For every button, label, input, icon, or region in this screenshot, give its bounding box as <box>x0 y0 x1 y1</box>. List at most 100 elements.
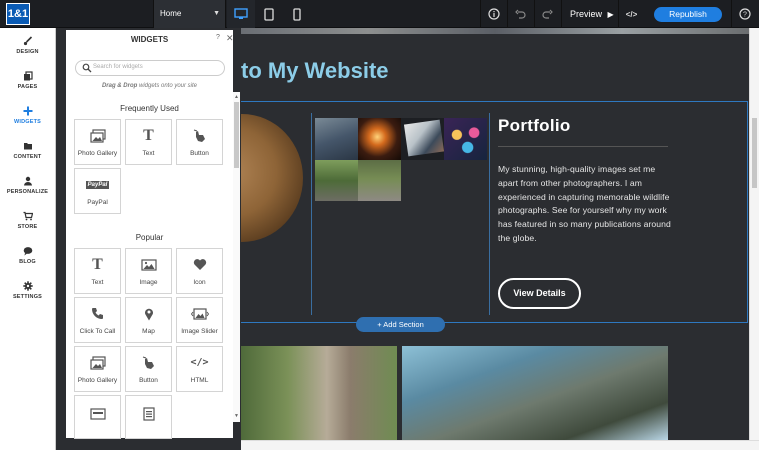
undo-icon <box>515 9 526 19</box>
rail-item-design[interactable]: DESIGN <box>0 28 55 63</box>
rail-item-widgets[interactable]: WIDGETS <box>0 98 55 133</box>
play-icon: ▶ <box>607 10 614 19</box>
image-slider-icon <box>190 307 209 320</box>
mobile-icon <box>293 7 301 21</box>
widget-label: Button <box>190 149 209 157</box>
widget-button[interactable]: Button <box>176 119 223 165</box>
brand-logo[interactable]: 1&1 <box>6 3 30 25</box>
desktop-view-button[interactable] <box>227 0 255 28</box>
view-details-button[interactable]: View Details <box>498 278 581 309</box>
widget-text[interactable]: T Text <box>125 119 172 165</box>
paypal-icon: PayPal <box>85 180 110 189</box>
widget-label: Text <box>91 278 104 286</box>
search-icon <box>82 63 92 73</box>
info-icon <box>487 8 500 20</box>
rail-item-content[interactable]: CONTENT <box>0 133 55 168</box>
text-icon: T <box>143 126 154 144</box>
phone-icon <box>92 308 103 319</box>
widget-label: Button <box>139 376 158 384</box>
canvas-vertical-scrollbar[interactable] <box>749 28 759 440</box>
text-icon: T <box>92 255 103 273</box>
popular-heading: Popular <box>135 233 164 242</box>
widget-label: Image <box>139 278 158 286</box>
widget-map[interactable]: Map <box>125 297 172 343</box>
rail-item-settings[interactable]: SETTINGS <box>0 273 55 308</box>
undo-button[interactable] <box>507 0 533 28</box>
widget-button[interactable]: Button <box>125 346 172 392</box>
widget-label: Image Slider <box>181 327 218 335</box>
rail-label: SETTINGS <box>12 294 43 300</box>
rail-item-personalize[interactable]: PERSONALIZE <box>0 168 55 203</box>
site-title[interactable]: to My Website <box>241 58 389 84</box>
rail-label: STORE <box>17 224 38 230</box>
widget-icon[interactable]: Icon <box>176 248 223 294</box>
widget-search-input[interactable]: Search for widgets <box>75 60 225 76</box>
button-icon <box>193 129 205 142</box>
portfolio-description[interactable]: My stunning, high-quality images set me … <box>498 163 676 246</box>
scroll-up-icon[interactable]: ▲ <box>233 94 240 100</box>
widget-label: HTML <box>190 376 209 384</box>
widget-label: Photo Gallery <box>77 149 118 157</box>
brush-icon <box>23 36 32 46</box>
panel-scrollbar-thumb[interactable] <box>234 102 239 168</box>
city-street-photo[interactable] <box>241 346 397 440</box>
document-icon <box>142 407 155 421</box>
button-icon <box>142 356 154 369</box>
republish-button[interactable]: Republish <box>654 7 722 22</box>
widget-image[interactable]: Image <box>125 248 172 294</box>
widget-document[interactable] <box>125 395 172 439</box>
code-view-button[interactable]: </> <box>618 0 644 28</box>
close-icon[interactable]: ✕ <box>226 33 234 44</box>
tablet-icon <box>264 7 274 21</box>
portfolio-heading[interactable]: Portfolio <box>498 116 571 136</box>
preview-button[interactable]: Preview ▶ <box>561 0 617 28</box>
rail-item-pages[interactable]: PAGES <box>0 63 55 98</box>
drag-drop-hint: Drag & Drop widgets onto your site <box>66 83 233 89</box>
search-placeholder: Search for widgets <box>93 64 143 70</box>
redo-button[interactable] <box>534 0 560 28</box>
canvas-horizontal-scrollbar[interactable] <box>241 440 759 450</box>
widget-form[interactable] <box>74 395 121 439</box>
add-section-button[interactable]: + Add Section <box>356 317 445 332</box>
rail-label: BLOG <box>19 259 36 265</box>
tablet-view-button[interactable] <box>255 0 283 28</box>
widget-photo-gallery[interactable]: Photo Gallery <box>74 346 121 392</box>
rail-label: CONTENT <box>13 154 42 160</box>
widgets-panel: WIDGETS ? ✕ Search for widgets Drag & Dr… <box>66 30 234 439</box>
widget-click-to-call[interactable]: Click To Call <box>74 297 121 343</box>
preview-label: Preview <box>570 9 603 19</box>
rail-label: PERSONALIZE <box>6 189 49 195</box>
widget-label: Photo Gallery <box>77 376 118 384</box>
pages-icon <box>23 71 33 81</box>
column-divider <box>311 113 312 315</box>
column-divider <box>489 113 490 315</box>
rail-item-store[interactable]: STORE <box>0 203 55 238</box>
widget-paypal[interactable]: PayPal PayPal <box>74 168 121 214</box>
portfolio-divider <box>498 146 668 147</box>
rail-label: WIDGETS <box>13 119 42 125</box>
map-pin-icon <box>144 308 153 320</box>
hint-bold: Drag & Drop <box>101 83 138 89</box>
page-selector[interactable]: Home ▼ <box>153 0 226 28</box>
widget-image-slider[interactable]: Image Slider <box>176 297 223 343</box>
person-icon <box>23 176 32 186</box>
hint-rest: widgets onto your site <box>137 83 198 89</box>
scrollbar-thumb[interactable] <box>752 118 757 188</box>
rail-label: DESIGN <box>16 49 39 55</box>
scroll-down-icon[interactable]: ▼ <box>233 413 240 419</box>
frequently-used-heading: Frequently Used <box>120 104 179 113</box>
header-photo-strip <box>241 28 749 34</box>
panel-help-button[interactable]: ? <box>216 34 220 41</box>
widget-text[interactable]: T Text <box>74 248 121 294</box>
svg-text:?: ? <box>743 12 747 19</box>
chevron-down-icon: ▼ <box>213 10 220 17</box>
mobile-view-button[interactable] <box>283 0 311 28</box>
fjord-photo[interactable] <box>402 346 668 440</box>
code-icon: </> <box>625 9 638 19</box>
widget-html[interactable]: </> HTML <box>176 346 223 392</box>
info-button[interactable] <box>480 0 506 28</box>
help-button[interactable]: ? <box>731 0 757 28</box>
widget-photo-gallery[interactable]: Photo Gallery <box>74 119 121 165</box>
widget-label: Text <box>142 149 155 157</box>
rail-item-blog[interactable]: BLOG <box>0 238 55 273</box>
